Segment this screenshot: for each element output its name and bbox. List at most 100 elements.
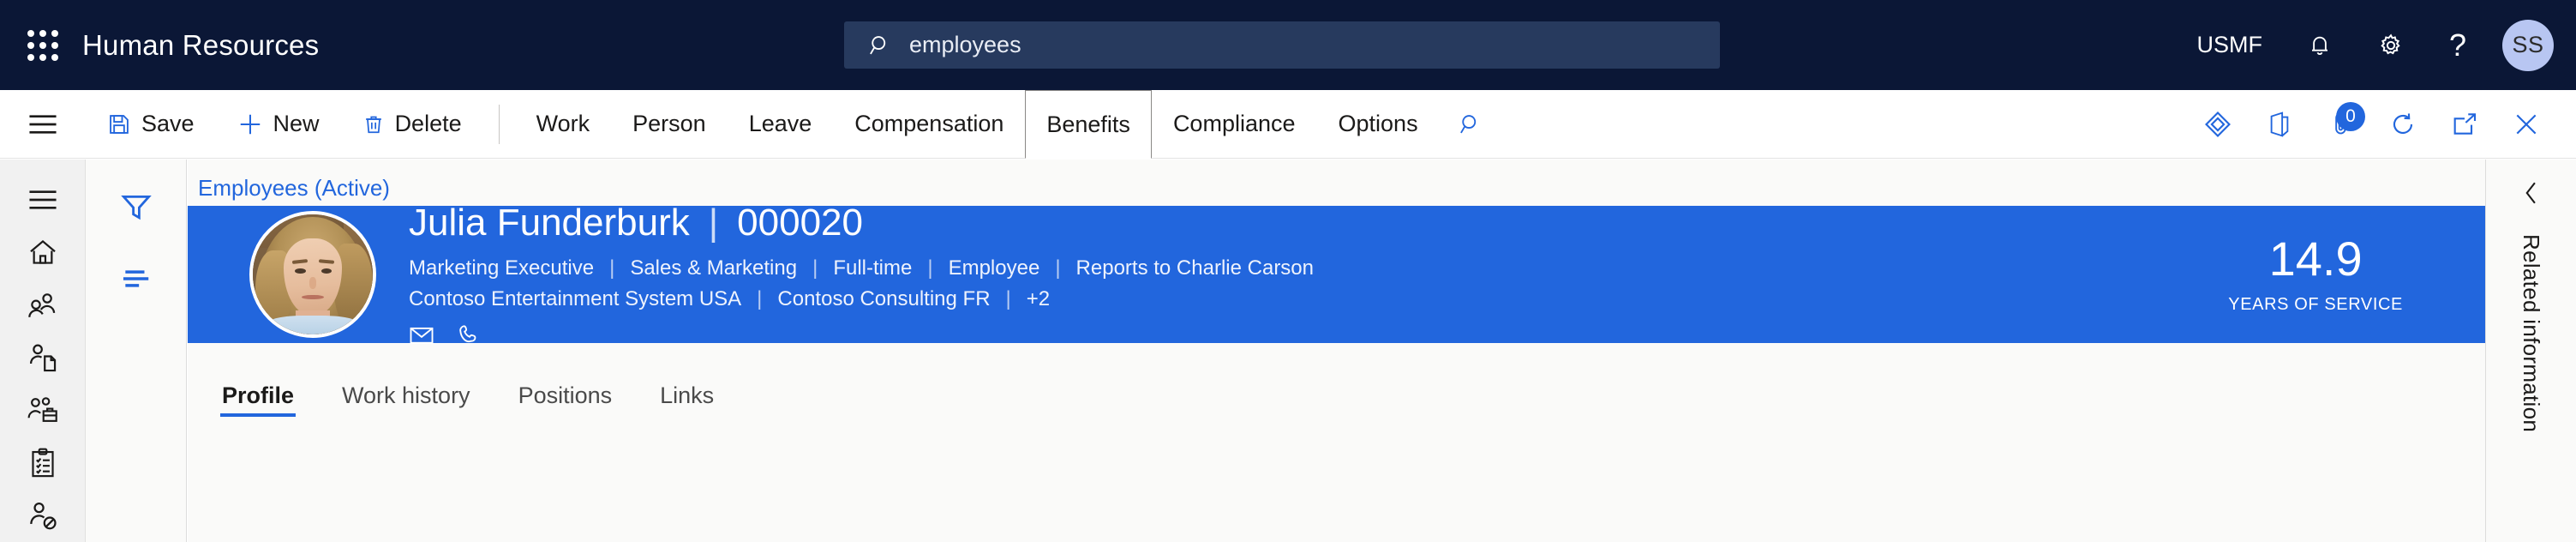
new-button-label: New — [273, 111, 320, 137]
company-selector[interactable]: USMF — [2174, 0, 2285, 90]
plus-icon — [237, 111, 263, 137]
phone-icon — [457, 323, 481, 347]
app-title[interactable]: Human Resources — [82, 29, 319, 62]
refresh-button[interactable] — [2372, 90, 2434, 159]
employee-photo-image — [253, 214, 373, 334]
filter-button[interactable] — [106, 180, 166, 233]
employee-header-banner: Julia Funderburk | 000020 Marketing Exec… — [188, 206, 2485, 343]
navigation-rail — [0, 160, 86, 542]
close-button[interactable] — [2495, 90, 2557, 159]
office-app-button[interactable] — [2249, 90, 2310, 159]
waffle-dot — [27, 30, 34, 37]
command-bar-search-button[interactable] — [1440, 112, 1501, 136]
sidebar-item-teams[interactable] — [0, 384, 86, 437]
employee-department: Sales & Marketing — [630, 256, 797, 280]
help-button[interactable]: ? — [2427, 0, 2489, 90]
tab-work-history[interactable]: Work history — [318, 362, 494, 429]
user-avatar[interactable]: SS — [2502, 20, 2554, 71]
app-launcher-icon[interactable] — [21, 23, 65, 68]
waffle-dot — [39, 54, 46, 61]
sidebar-item-home[interactable] — [0, 226, 86, 278]
employee-legal-entity-1: Contoso Entertainment System USA — [409, 287, 741, 311]
people-icon — [27, 292, 59, 319]
related-information-collapse-button[interactable] — [2521, 178, 2542, 212]
team-briefcase-icon — [26, 396, 60, 424]
person-blocked-icon — [27, 501, 58, 530]
new-button[interactable]: New — [218, 100, 339, 148]
tab-positions[interactable]: Positions — [494, 362, 637, 429]
sidebar-item-tasks[interactable] — [0, 437, 86, 489]
menu-tab-compensation[interactable]: Compensation — [833, 91, 1025, 158]
notifications-button[interactable] — [2285, 0, 2355, 90]
menu-tab-benefits[interactable]: Benefits — [1025, 90, 1152, 159]
sidebar-item-employee-self-service[interactable] — [0, 331, 86, 383]
waffle-dot — [27, 54, 34, 61]
search-icon — [1459, 112, 1483, 136]
attachment-count-badge: 0 — [2336, 102, 2365, 131]
search-icon — [868, 33, 892, 57]
gear-icon — [2377, 32, 2405, 59]
tab-profile[interactable]: Profile — [198, 362, 318, 429]
years-of-service-tile: 14.9 YEARS OF SERVICE — [2228, 235, 2403, 315]
refresh-icon — [2389, 111, 2417, 138]
search-input-value: employees — [909, 32, 1021, 58]
waffle-dot — [51, 42, 58, 49]
top-navigation-actions: USMF ? SS — [2174, 0, 2576, 90]
delete-button[interactable]: Delete — [343, 100, 482, 148]
related-information-panel[interactable]: Related information — [2485, 160, 2576, 542]
menu-tab-options[interactable]: Options — [1317, 91, 1440, 158]
attachments-button[interactable]: 0 — [2310, 90, 2372, 159]
settings-button[interactable] — [2355, 0, 2427, 90]
app-root: Human Resources employees USMF — [0, 0, 2576, 542]
waffle-dot — [27, 42, 34, 49]
email-icon — [409, 325, 434, 346]
tab-links[interactable]: Links — [636, 362, 738, 429]
filter-panel — [86, 160, 187, 542]
list-options-button[interactable] — [106, 252, 166, 305]
menu-tab-person[interactable]: Person — [611, 91, 728, 158]
employee-worker-type: Employee — [949, 256, 1040, 280]
global-search[interactable]: employees — [844, 21, 1720, 69]
search-input[interactable]: employees — [844, 21, 1720, 69]
employee-legal-entity-overflow[interactable]: +2 — [1027, 287, 1050, 311]
close-icon — [2513, 111, 2540, 138]
waffle-dot — [39, 30, 46, 37]
meta-separator: | — [1055, 256, 1060, 280]
open-in-new-window-icon — [2451, 111, 2478, 137]
menu-tab-work[interactable]: Work — [515, 91, 612, 158]
employee-name-line: Julia Funderburk | 000020 — [409, 202, 2228, 245]
menu-tab-compliance[interactable]: Compliance — [1152, 91, 1317, 158]
dynamics-diamond-button[interactable] — [2187, 90, 2249, 159]
meta-separator: | — [812, 256, 818, 280]
employee-meta-line-1: Marketing Executive | Sales & Marketing … — [409, 256, 2228, 280]
meta-separator: | — [1006, 287, 1011, 311]
sidebar-item-terminated-workers[interactable] — [0, 490, 86, 542]
menu-tab-leave[interactable]: Leave — [728, 91, 834, 158]
breadcrumb[interactable]: Employees (Active) — [188, 160, 390, 212]
clipboard-checklist-icon — [29, 448, 57, 479]
save-button-label: Save — [141, 111, 195, 137]
sidebar-item-expand-nav[interactable] — [0, 173, 86, 226]
employee-photo[interactable] — [249, 211, 376, 338]
employee-id: 000020 — [737, 202, 863, 245]
related-information-label: Related information — [2518, 234, 2544, 432]
open-in-new-window-button[interactable] — [2434, 90, 2495, 159]
sidebar-item-workers[interactable] — [0, 279, 86, 331]
detail-tab-strip: Profile Work history Positions Links — [188, 362, 2485, 429]
hamburger-icon — [27, 112, 59, 136]
list-lines-icon — [120, 268, 153, 290]
employee-manager: Reports to Charlie Carson — [1076, 256, 1314, 280]
save-button[interactable]: Save — [87, 100, 214, 148]
trash-icon — [362, 112, 385, 136]
home-icon — [27, 238, 58, 267]
employee-summary: Julia Funderburk | 000020 Marketing Exec… — [409, 202, 2228, 348]
main-content: Employees (Active) Julia Funderburk | — [188, 160, 2485, 542]
phone-button[interactable] — [457, 323, 481, 347]
navigation-toggle-button[interactable] — [0, 90, 86, 159]
employee-employment-type: Full-time — [833, 256, 912, 280]
waffle-dot — [51, 54, 58, 61]
waffle-dot — [51, 30, 58, 37]
meta-separator: | — [609, 256, 614, 280]
email-button[interactable] — [409, 325, 434, 346]
top-navigation-bar: Human Resources employees USMF — [0, 0, 2576, 90]
